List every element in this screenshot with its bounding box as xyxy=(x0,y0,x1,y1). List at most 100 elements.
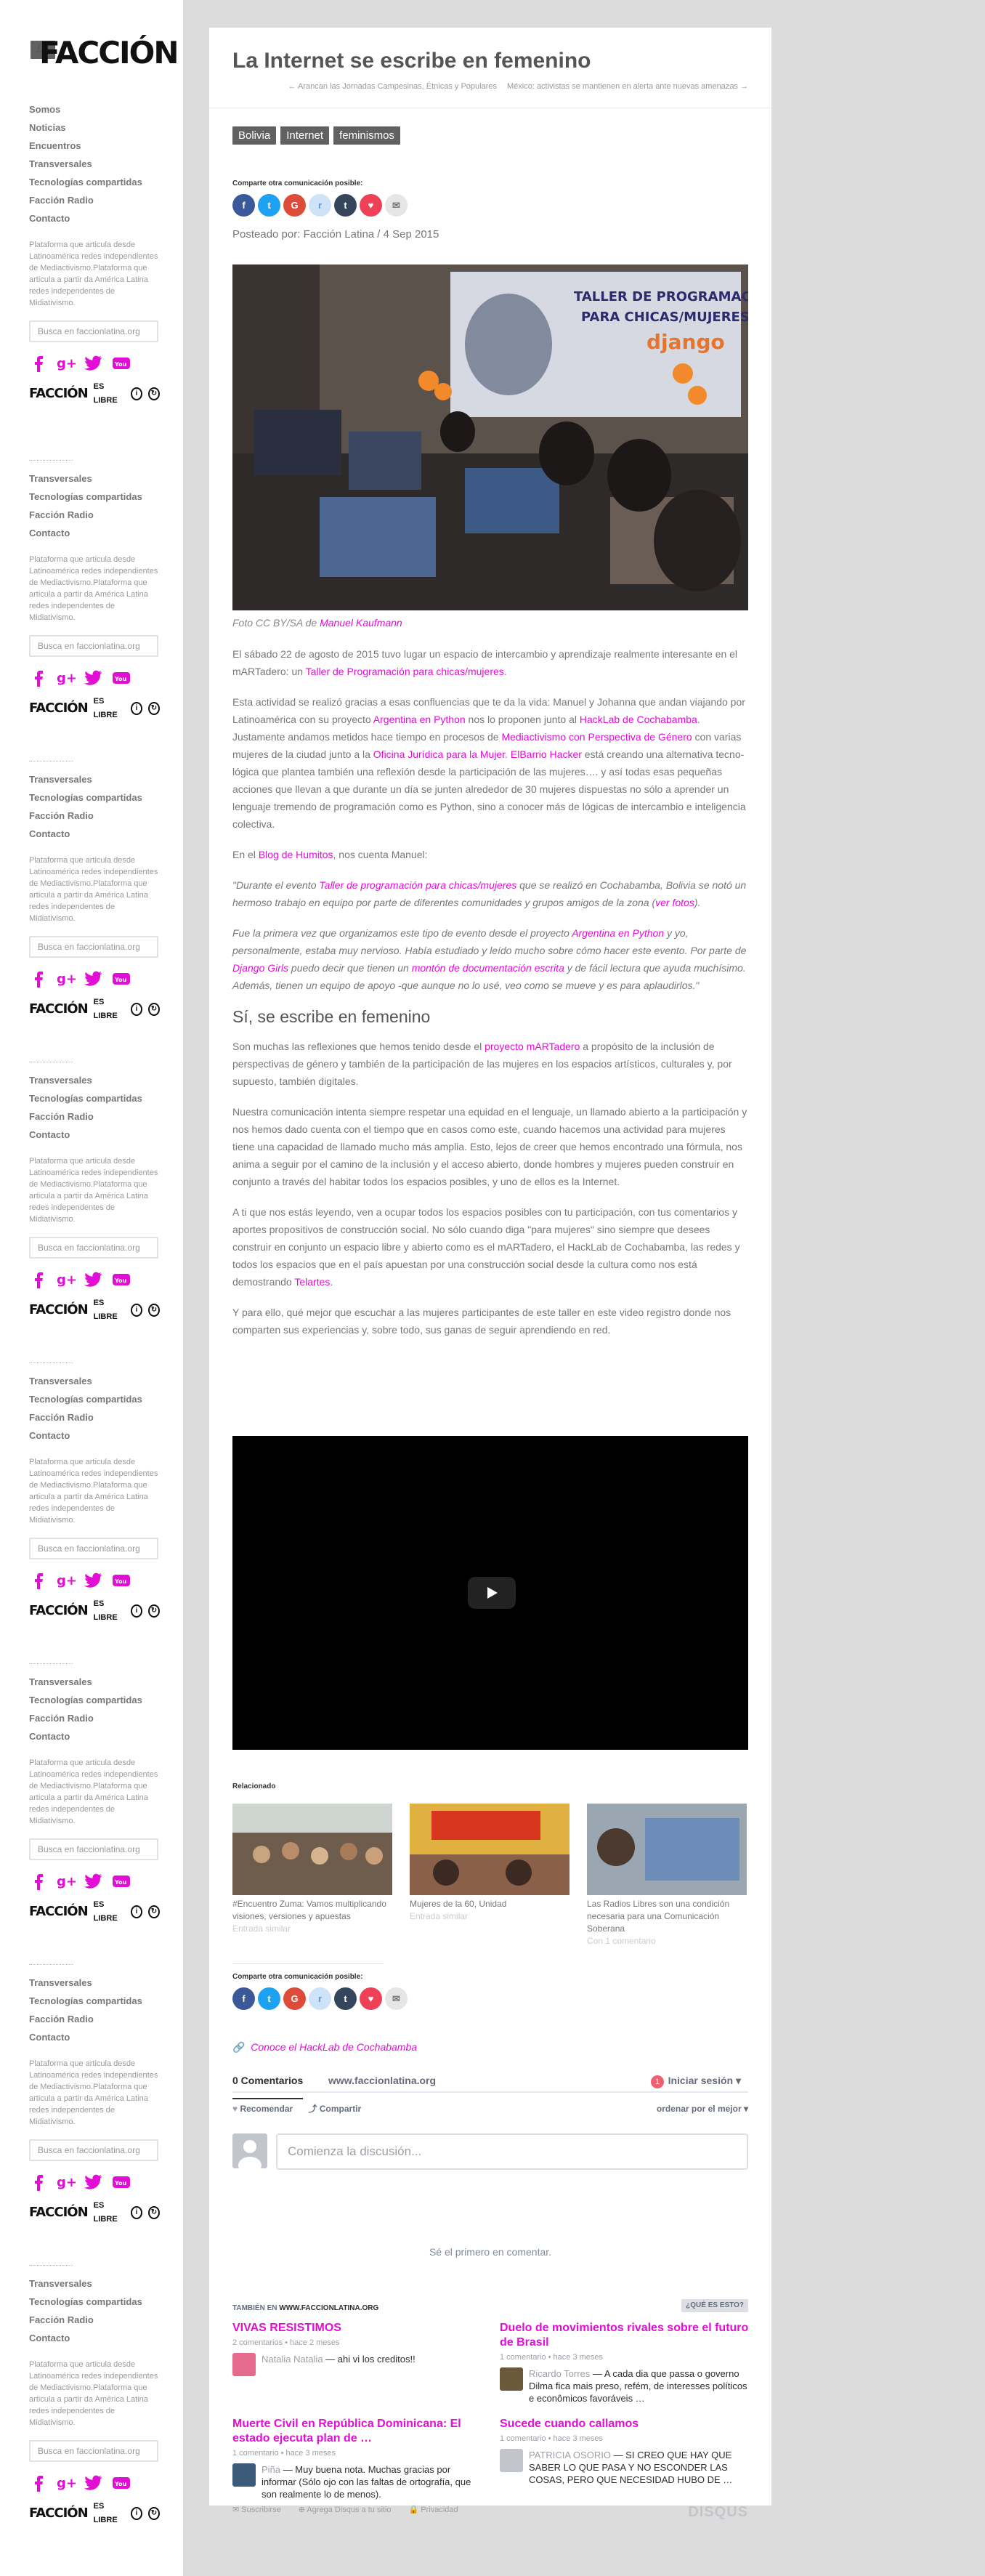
rec-title[interactable]: Duelo de movimientos rivales sobre el fu… xyxy=(500,2321,750,2350)
quote-argentina-python-link[interactable]: Argentina en Python xyxy=(572,927,664,939)
sidebar-item-transversales[interactable]: Transversales xyxy=(29,770,160,788)
sidebar-item-facción-radio[interactable]: Facción Radio xyxy=(29,2311,160,2329)
comment-count-tab[interactable]: 0 Comentarios xyxy=(232,2072,304,2099)
faccion-es-libre-badge[interactable]: FACCIÓN ES LIBRE i ↻ xyxy=(29,1900,160,1923)
sidebar-item-transversales[interactable]: Transversales xyxy=(29,1974,160,1992)
faccion-es-libre-badge[interactable]: FACCIÓN ES LIBRE i ↻ xyxy=(29,1299,160,1321)
search-input[interactable]: Busca en faccionlatina.org xyxy=(29,2139,158,2161)
google-plus-icon[interactable]: g+ xyxy=(57,2473,77,2492)
facebook-icon[interactable] xyxy=(29,668,48,687)
recommend-button[interactable]: ♥ Recomendar xyxy=(232,2104,293,2114)
sidebar-item-facción-radio[interactable]: Facción Radio xyxy=(29,2010,160,2028)
twitter-icon[interactable] xyxy=(84,2172,103,2191)
caption-author-link[interactable]: Manuel Kaufmann xyxy=(320,617,402,629)
quote-taller-link[interactable]: Taller de programación para chicas/mujer… xyxy=(319,879,516,891)
email-share-icon[interactable]: ✉ xyxy=(385,194,408,217)
related-post-2[interactable]: Mujeres de la 60, Unidad Entrada similar xyxy=(410,1804,569,1923)
sidebar-item-facción-radio[interactable]: Facción Radio xyxy=(29,1408,160,1426)
youtube-icon[interactable]: You xyxy=(112,353,131,372)
video-player[interactable] xyxy=(232,1436,748,1750)
martadero-link[interactable]: proyecto mARTadero xyxy=(485,1041,580,1052)
sidebar-item-tecnologías-compartidas[interactable]: Tecnologías compartidas xyxy=(29,2293,160,2311)
related-title-3[interactable]: Las Radios Libres son una condición nece… xyxy=(587,1898,747,1935)
rec-title[interactable]: VIVAS RESISTIMOS xyxy=(232,2321,482,2335)
youtube-icon[interactable]: You xyxy=(112,1269,131,1288)
youtube-icon[interactable]: You xyxy=(112,969,131,988)
add-disqus-link[interactable]: ⊕ Agrega Disqus a tu sitio xyxy=(299,2503,392,2517)
tag-bolivia[interactable]: Bolivia xyxy=(232,126,277,145)
search-input[interactable]: Busca en faccionlatina.org xyxy=(29,320,158,342)
facebook-icon[interactable] xyxy=(29,969,48,988)
sidebar-item-transversales[interactable]: Transversales xyxy=(29,2274,160,2293)
facebook-icon[interactable] xyxy=(29,2172,48,2191)
sidebar-item-tecnologías-compartidas[interactable]: Tecnologías compartidas xyxy=(29,173,160,191)
sidebar-item-contacto[interactable]: Contacto xyxy=(29,524,160,542)
faccion-es-libre-badge[interactable]: FACCIÓN ES LIBRE i ↻ xyxy=(29,998,160,1020)
google-plus-share-icon[interactable]: G xyxy=(283,194,306,217)
twitter-icon[interactable] xyxy=(84,1871,103,1890)
oficina-juridica-link[interactable]: Oficina Jurídica para la Mujer xyxy=(373,748,505,760)
youtube-icon[interactable]: You xyxy=(112,668,131,687)
tumblr-share-icon[interactable]: t xyxy=(334,1987,357,2010)
search-input[interactable]: Busca en faccionlatina.org xyxy=(29,1838,158,1860)
related-post-3[interactable]: Las Radios Libres son una condición nece… xyxy=(587,1804,747,1947)
sidebar-item-facción-radio[interactable]: Facción Radio xyxy=(29,506,160,524)
next-post-link[interactable]: México: activistas se mantienen en alert… xyxy=(507,80,748,94)
sidebar-item-contacto[interactable]: Contacto xyxy=(29,2329,160,2347)
sidebar-item-contacto[interactable]: Contacto xyxy=(29,1126,160,1144)
sort-dropdown[interactable]: ordenar por el mejor ▾ xyxy=(657,2101,748,2116)
search-input[interactable]: Busca en faccionlatina.org xyxy=(29,635,158,657)
sidebar-item-contacto[interactable]: Contacto xyxy=(29,2028,160,2046)
sidebar-item-transversales[interactable]: Transversales xyxy=(29,1071,160,1089)
privacy-link[interactable]: 🔒 Privacidad xyxy=(409,2503,458,2517)
reddit-share-icon[interactable]: r xyxy=(309,194,331,217)
faccion-es-libre-badge[interactable]: FACCIÓN ES LIBRE i ↻ xyxy=(29,2201,160,2224)
facebook-icon[interactable] xyxy=(29,1871,48,1890)
sidebar-item-tecnologías-compartidas[interactable]: Tecnologías compartidas xyxy=(29,1089,160,1107)
play-button[interactable] xyxy=(468,1577,516,1609)
google-plus-icon[interactable]: g+ xyxy=(57,1570,77,1589)
tag-internet[interactable]: Internet xyxy=(280,126,330,145)
faccion-es-libre-badge[interactable]: FACCIÓN ES LIBRE i ↻ xyxy=(29,1599,160,1622)
disqus-site-tab[interactable]: www.faccionlatina.org xyxy=(328,2072,436,2090)
facebook-icon[interactable] xyxy=(29,1269,48,1288)
rec-title[interactable]: Muerte Civil en República Dominicana: El… xyxy=(232,2417,482,2446)
sidebar-item-tecnologías-compartidas[interactable]: Tecnologías compartidas xyxy=(29,788,160,807)
mediactivismo-link[interactable]: Mediactivismo con Perspectiva de Género xyxy=(501,731,692,743)
sidebar-item-facción-radio[interactable]: Facción Radio xyxy=(29,1107,160,1126)
rec-title[interactable]: Sucede cuando callamos xyxy=(500,2417,750,2431)
related-thumb-1[interactable] xyxy=(232,1804,392,1895)
documentacion-link[interactable]: montón de documentación escrita xyxy=(412,962,564,974)
sidebar-item-contacto[interactable]: Contacto xyxy=(29,1727,160,1745)
sidebar-item-facción-radio[interactable]: Facción Radio xyxy=(29,807,160,825)
share-button[interactable]: ⤴ Compartir xyxy=(309,2104,362,2114)
related-title-2[interactable]: Mujeres de la 60, Unidad xyxy=(410,1898,569,1910)
reddit-share-icon[interactable]: r xyxy=(309,1987,331,2010)
youtube-icon[interactable]: You xyxy=(112,1570,131,1589)
site-logo[interactable]: La FACCIÓN xyxy=(31,36,179,80)
youtube-icon[interactable]: You xyxy=(112,1871,131,1890)
faccion-es-libre-badge[interactable]: FACCIÓN ES LIBRE i ↻ xyxy=(29,697,160,719)
related-thumb-3[interactable] xyxy=(587,1804,747,1895)
recommendation-4[interactable]: Sucede cuando callamos 1 comentario • ha… xyxy=(500,2417,750,2486)
twitter-icon[interactable] xyxy=(84,969,103,988)
twitter-icon[interactable] xyxy=(84,1269,103,1288)
google-plus-icon[interactable]: g+ xyxy=(57,353,77,372)
sidebar-item-tecnologías-compartidas[interactable]: Tecnologías compartidas xyxy=(29,488,160,506)
comment-input[interactable]: Comienza la discusión... xyxy=(276,2133,748,2170)
notification-badge[interactable]: 1 xyxy=(651,2075,664,2088)
sidebar-item-contacto[interactable]: Contacto xyxy=(29,825,160,843)
sidebar-item-somos[interactable]: Somos xyxy=(29,100,160,118)
sidebar-item-transversales[interactable]: Transversales xyxy=(29,155,160,173)
django-girls-link[interactable]: Django Girls xyxy=(232,962,288,974)
related-title-1[interactable]: #Encuentro Zuma: Vamos multiplicando vis… xyxy=(232,1898,392,1923)
pocket-share-icon[interactable]: ♥ xyxy=(360,1987,382,2010)
ver-fotos-link[interactable]: ver fotos xyxy=(655,897,694,908)
taller-link[interactable]: Taller de Programación para chicas/mujer… xyxy=(306,666,504,677)
faccion-es-libre-badge[interactable]: FACCIÓN ES LIBRE i ↻ xyxy=(29,2502,160,2524)
prev-post-link[interactable]: ← Arancan las Jornadas Campesinas, Étnic… xyxy=(288,80,497,94)
faccion-es-libre-badge[interactable]: FACCIÓN ES LIBRE i ↻ xyxy=(29,382,160,405)
login-button[interactable]: Iniciar sesión ▾ xyxy=(668,2072,741,2090)
search-input[interactable]: Busca en faccionlatina.org xyxy=(29,2440,158,2462)
elbarrio-hacker-link[interactable]: ElBarrio Hacker xyxy=(511,748,582,760)
